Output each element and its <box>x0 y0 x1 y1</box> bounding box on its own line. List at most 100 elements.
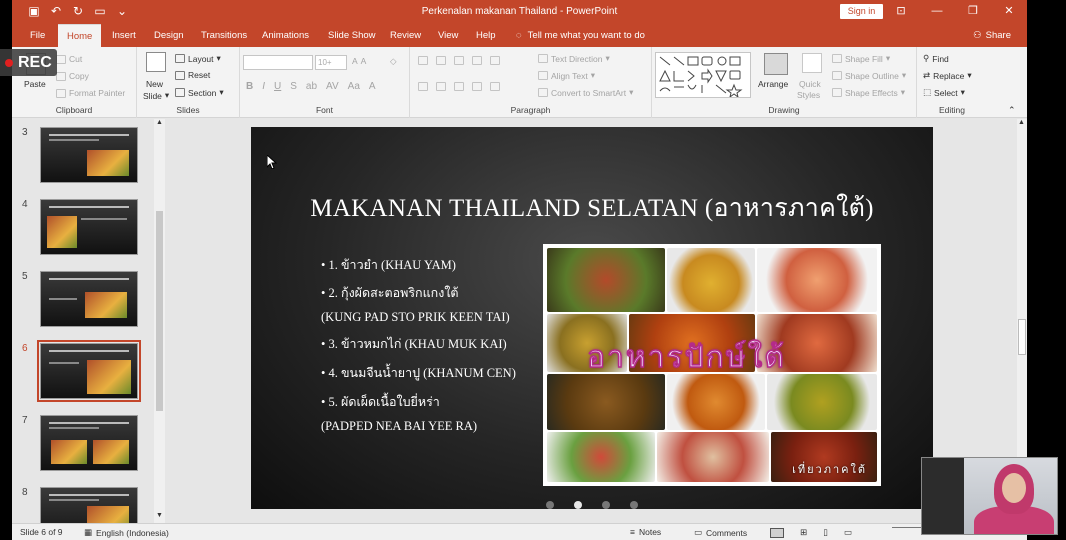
justify-icon[interactable] <box>472 82 482 91</box>
tab-design[interactable]: Design <box>152 24 186 47</box>
slide-editing-area: MAKANAN THAILAND SELATAN (อาหารภาคใต้) •… <box>169 119 1015 523</box>
slide-show-icon[interactable]: ▭ <box>844 527 852 538</box>
comments-button[interactable]: ▭ Comments <box>694 527 747 538</box>
tab-animations[interactable]: Animations <box>260 24 311 47</box>
align-center-icon[interactable] <box>436 82 446 91</box>
tab-help[interactable]: Help <box>474 24 498 47</box>
align-right-icon[interactable] <box>454 82 464 91</box>
quick-styles-label-2[interactable]: Styles <box>797 90 820 100</box>
restore-icon[interactable]: ❐ <box>965 3 981 19</box>
text-direction-label: Text Direction <box>551 53 603 64</box>
align-buttons <box>418 82 500 91</box>
arrange-icon[interactable] <box>764 53 788 75</box>
replace-label: Replace <box>933 70 965 81</box>
tab-file[interactable]: File <box>28 24 47 47</box>
window-controls: ⊡ — ❐ ✕ <box>893 3 1017 19</box>
language-indicator[interactable]: ▦ English (Indonesia) <box>84 527 169 538</box>
layout-button[interactable]: Layout ▾ <box>175 53 221 64</box>
food-collage-image[interactable]: อาหารปักษ์ใต้ เที่ยวภาคใต้ <box>543 244 881 486</box>
scroll-up-icon[interactable]: ▲ <box>1018 119 1025 126</box>
normal-view-icon[interactable] <box>770 527 784 538</box>
shapes-gallery[interactable] <box>655 52 751 99</box>
smartart-button[interactable]: Convert to SmartArt ▾ <box>538 87 633 98</box>
ribbon-display-icon[interactable]: ⊡ <box>893 3 909 19</box>
tab-insert[interactable]: Insert <box>110 24 138 47</box>
shape-outline-button[interactable]: Shape Outline ▾ <box>832 70 906 81</box>
reading-view-icon[interactable]: ▯ <box>823 527 828 538</box>
shape-fill-button[interactable]: Shape Fill ▾ <box>832 53 890 64</box>
section-button[interactable]: Section ▾ <box>175 87 224 98</box>
shape-fill-label: Shape Fill <box>845 53 883 64</box>
font-size-buttons[interactable]: AA <box>352 56 366 66</box>
bold-icon[interactable]: B <box>246 81 253 92</box>
lightbulb-icon: ◌ <box>516 30 522 41</box>
replace-button[interactable]: ⇄ Replace ▾ <box>923 70 972 81</box>
font-name-input[interactable] <box>243 55 313 70</box>
chevron-down-icon: ▾ <box>885 53 891 63</box>
underline-icon[interactable]: U <box>274 81 281 92</box>
notes-button[interactable]: ≡ Notes <box>630 527 661 537</box>
cut-button[interactable]: Cut <box>56 54 82 64</box>
collapse-ribbon-icon[interactable]: ⌃ <box>1008 105 1016 116</box>
title-bar: ▣ ↶ ↻ ▭ ⌄ Perkenalan makanan Thailand - … <box>12 0 1027 24</box>
text-direction-button[interactable]: Text Direction ▾ <box>538 53 610 64</box>
select-icon: ⬚ <box>923 87 932 97</box>
slide-title[interactable]: MAKANAN THAILAND SELATAN (อาหารภาคใต้) <box>251 188 933 228</box>
new-slide-label-1[interactable]: New <box>146 79 163 89</box>
font-color-icon[interactable]: A <box>369 81 376 92</box>
strikethrough-icon[interactable]: ab <box>306 81 317 92</box>
scroll-up-icon[interactable]: ▲ <box>156 119 163 126</box>
columns-icon[interactable] <box>490 82 500 91</box>
share-button[interactable]: ⚇ Share <box>973 24 1011 47</box>
current-slide[interactable]: MAKANAN THAILAND SELATAN (อาหารภาคใต้) •… <box>251 127 933 509</box>
font-size-input[interactable]: 10+ <box>315 55 347 70</box>
clear-formatting-icon[interactable]: ◇ <box>390 56 397 67</box>
close-icon[interactable]: ✕ <box>1001 3 1017 19</box>
find-button[interactable]: ⚲ Find <box>923 53 949 64</box>
tab-slide-show[interactable]: Slide Show <box>326 24 378 47</box>
shape-effects-button[interactable]: Shape Effects ▾ <box>832 87 905 98</box>
scrollbar-thumb[interactable] <box>1018 319 1026 355</box>
line-spacing-icon[interactable] <box>490 56 500 65</box>
paste-button[interactable]: Paste <box>24 79 46 89</box>
shadow-icon[interactable]: S <box>290 81 297 92</box>
zoom-slider[interactable] <box>892 527 922 528</box>
quick-styles-icon[interactable] <box>802 53 822 73</box>
numbering-icon[interactable] <box>436 56 446 65</box>
char-spacing-icon[interactable]: AV <box>326 81 339 92</box>
italic-icon[interactable]: I <box>262 81 265 92</box>
quick-styles-label-1[interactable]: Quick <box>799 79 821 89</box>
arrange-button[interactable]: Arrange <box>758 79 788 89</box>
tab-view[interactable]: View <box>436 24 460 47</box>
slide-sorter-icon[interactable]: ⊞ <box>800 527 807 538</box>
tell-me-box[interactable]: ◌ Tell me what you want to do <box>516 24 645 47</box>
thumbnails-scrollbar[interactable]: ▲ ▼ <box>154 119 165 523</box>
align-text-button[interactable]: Align Text ▾ <box>538 70 595 81</box>
sign-in-button[interactable]: Sign in <box>840 4 883 19</box>
new-slide-icon[interactable] <box>146 52 166 72</box>
tab-review[interactable]: Review <box>388 24 423 47</box>
increase-indent-icon[interactable] <box>472 56 482 65</box>
slide-dots-decoration <box>251 501 933 509</box>
bullet-item: • 2. กุ้งผัดสะตอพริกแกงใต้ <box>321 286 459 300</box>
scroll-down-icon[interactable]: ▼ <box>156 512 163 519</box>
format-painter-button[interactable]: Format Painter <box>56 88 125 98</box>
reset-label: Reset <box>188 70 211 80</box>
select-button[interactable]: ⬚ Select ▾ <box>923 87 965 98</box>
copy-icon <box>56 71 66 81</box>
tab-home[interactable]: Home <box>58 24 102 47</box>
decrease-indent-icon[interactable] <box>454 56 464 65</box>
minimize-icon[interactable]: — <box>929 3 945 19</box>
editing-group: ⚲ Find ⇄ Replace ▾ ⬚ Select ▾ Editing <box>917 47 987 118</box>
tab-transitions[interactable]: Transitions <box>199 24 249 47</box>
align-left-icon[interactable] <box>418 82 428 91</box>
shape-outline-label: Shape Outline <box>845 70 899 81</box>
reset-button[interactable]: Reset <box>175 70 210 80</box>
change-case-icon[interactable]: Aa <box>348 81 360 92</box>
new-slide-label-2[interactable]: Slide ▾ <box>143 90 169 101</box>
bullets-icon[interactable] <box>418 56 428 65</box>
drawing-group-label: Drawing <box>768 105 800 115</box>
copy-button[interactable]: Copy <box>56 71 89 81</box>
bullet-item: • 1. ข้าวยำ (KHAU YAM) <box>321 258 456 272</box>
scrollbar-thumb[interactable] <box>156 211 163 411</box>
